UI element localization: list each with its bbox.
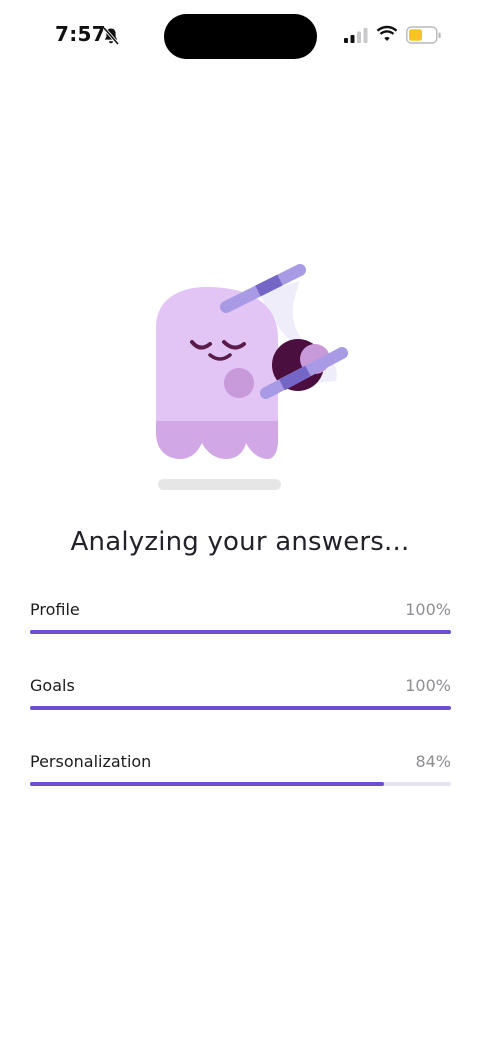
progress-label: Goals — [30, 676, 75, 695]
progress-bar — [30, 630, 451, 634]
status-bar: 7:57 — [0, 0, 480, 72]
progress-bar-fill — [30, 782, 384, 786]
dynamic-island — [164, 14, 317, 59]
progress-percent: 84% — [415, 752, 451, 771]
progress-bar — [30, 706, 451, 710]
progress-label: Profile — [30, 600, 80, 619]
progress-label: Personalization — [30, 752, 152, 771]
ghost-hourglass-illustration — [156, 264, 348, 490]
progress-item-personalization: Personalization 84% — [30, 752, 451, 828]
status-time: 7:57 — [55, 22, 106, 46]
battery-icon — [406, 26, 441, 44]
progress-list: Profile 100% Goals 100% Personalization … — [30, 600, 451, 828]
progress-bar-fill — [30, 706, 451, 710]
progress-bar — [30, 782, 451, 786]
progress-percent: 100% — [405, 676, 451, 695]
bell-slash-icon — [102, 26, 120, 46]
page-title: Analyzing your answers... — [70, 527, 410, 557]
cellular-signal-icon — [344, 28, 368, 43]
wifi-icon — [376, 25, 398, 41]
progress-percent: 100% — [405, 600, 451, 619]
progress-item-goals: Goals 100% — [30, 676, 451, 752]
progress-bar-fill — [30, 630, 451, 634]
progress-item-profile: Profile 100% — [30, 600, 451, 676]
